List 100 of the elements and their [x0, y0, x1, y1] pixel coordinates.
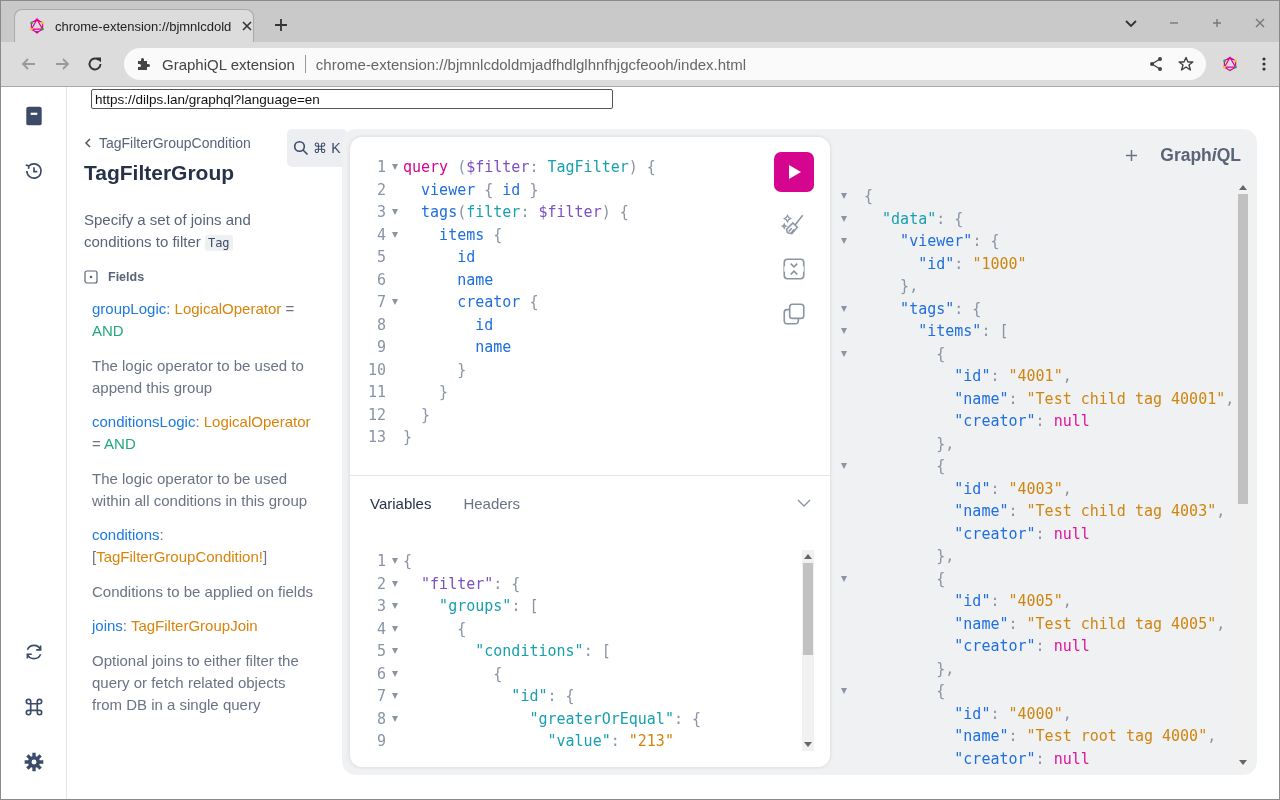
- code-line: "name": "Test root tag 4000",: [953, 726, 1217, 747]
- editor-tab[interactable]: Headers: [463, 494, 521, 512]
- section-heading: Fields: [108, 270, 145, 284]
- code-line: id: [456, 247, 476, 268]
- code-line: }: [438, 382, 449, 403]
- fold-arrow-icon[interactable]: [391, 715, 398, 722]
- maximize-icon[interactable]: [1210, 16, 1224, 30]
- code-line: "groups": [: [438, 596, 539, 617]
- fold-arrow-icon[interactable]: [391, 648, 398, 655]
- close-icon[interactable]: [241, 20, 254, 32]
- line-number: 1: [375, 157, 386, 178]
- fold-arrow-icon[interactable]: [391, 693, 398, 700]
- address-bar[interactable]: GraphiQL extension chrome-extension://bjmnlcdoldmjadfhdlglhnfhjgcfeooh/index.html: [124, 48, 1206, 80]
- code-line: {: [403, 551, 413, 572]
- search-icon: [293, 140, 310, 156]
- field-signature[interactable]: groupLogic: LogicalOperator = AND: [92, 298, 320, 342]
- fold-arrow-icon[interactable]: [841, 193, 847, 200]
- field-signature[interactable]: conditionsLogic: LogicalOperator = AND: [92, 411, 320, 455]
- fold-arrow-icon[interactable]: [391, 299, 398, 306]
- field-signature[interactable]: conditions: [TagFilterGroupCondition!]: [92, 524, 320, 568]
- code-line: "tags": {: [899, 298, 982, 320]
- code-line: {: [492, 663, 503, 685]
- add-tab-icon[interactable]: [1125, 148, 1139, 162]
- fold-arrow-icon[interactable]: [391, 164, 398, 171]
- line-number: 5: [375, 641, 386, 662]
- code-line: "name": "Test child tag 4003",: [953, 501, 1226, 522]
- graphql-logo-icon: [29, 18, 45, 34]
- code-line: "greaterOrEqual": {: [528, 708, 702, 730]
- fold-arrow-icon[interactable]: [391, 603, 398, 610]
- code-line: {: [935, 343, 946, 365]
- code-line: "data": {: [881, 208, 964, 230]
- star-icon[interactable]: [1178, 56, 1194, 72]
- code-line: "id": "4005",: [953, 591, 1072, 612]
- line-number: 9: [375, 731, 386, 752]
- search-button[interactable]: ⌘ K: [287, 129, 347, 167]
- code-line: {: [935, 456, 946, 477]
- reload-icon[interactable]: [86, 55, 104, 73]
- endpoint-input[interactable]: https://dilps.lan/graphql?language=en: [91, 89, 613, 109]
- line-number: 8: [375, 708, 386, 730]
- fold-arrow-icon[interactable]: [841, 215, 847, 222]
- code-line: "name": "Test child tag 40001",: [953, 388, 1235, 410]
- code-line: "items": [: [917, 321, 1009, 342]
- code-line: "id": "1000": [917, 253, 1027, 275]
- line-number: 2: [375, 573, 386, 595]
- fold-arrow-icon[interactable]: [841, 328, 847, 335]
- line-number: 4: [375, 618, 386, 640]
- command-key-icon[interactable]: [22, 696, 45, 718]
- graphql-logo-icon[interactable]: [1222, 56, 1238, 72]
- field-signature[interactable]: joins: TagFilterGroupJoin: [92, 615, 320, 637]
- line-number: 2: [375, 179, 386, 201]
- line-number: 3: [375, 202, 386, 223]
- code-line: {: [935, 568, 946, 590]
- code-line: query ($filter: TagFilter) {: [403, 157, 656, 178]
- code-line: },: [935, 658, 955, 680]
- code-line: "creator": null: [953, 523, 1090, 545]
- fold-arrow-icon[interactable]: [391, 670, 398, 677]
- code-line: "conditions": [: [474, 641, 611, 662]
- fold-arrow-icon[interactable]: [841, 238, 847, 245]
- code-line: {: [456, 618, 467, 640]
- code-line: },: [899, 276, 919, 297]
- fold-arrow-icon[interactable]: [841, 350, 847, 357]
- puzzle-icon: [136, 56, 152, 72]
- fold-arrow-icon[interactable]: [391, 209, 398, 216]
- fields-icon: [84, 270, 98, 284]
- field-description: The logic operator to be used to append this group: [92, 356, 305, 398]
- code-line: }: [403, 427, 413, 448]
- code-line: {: [935, 681, 946, 702]
- line-number: 6: [375, 663, 386, 685]
- settings-icon[interactable]: [22, 751, 45, 773]
- fold-arrow-icon[interactable]: [391, 231, 398, 238]
- editor-tab[interactable]: Variables: [370, 494, 432, 512]
- tab-title: chrome-extension://bjmnlcdold: [55, 18, 232, 34]
- back-link[interactable]: TagFilterGroupCondition: [84, 135, 251, 151]
- line-number: 5: [375, 247, 386, 268]
- new-tab-icon[interactable]: [274, 18, 288, 32]
- merge-icon[interactable]: [781, 256, 807, 282]
- fold-arrow-icon[interactable]: [841, 463, 847, 470]
- line-number: 9: [375, 337, 386, 358]
- scrollbar[interactable]: [802, 550, 814, 751]
- line-number: 4: [375, 224, 386, 246]
- fold-arrow-icon[interactable]: [391, 558, 398, 565]
- fold-arrow-icon[interactable]: [841, 305, 847, 312]
- line-number: 1: [375, 551, 386, 572]
- fold-arrow-icon[interactable]: [391, 625, 398, 632]
- line-number: 12: [366, 404, 386, 426]
- copy-icon[interactable]: [781, 301, 807, 327]
- line-number: 13: [366, 427, 386, 448]
- code-line: }: [456, 359, 467, 381]
- code-line: name: [474, 337, 512, 358]
- code-line: "value": "213": [546, 731, 674, 752]
- fold-arrow-icon[interactable]: [841, 688, 847, 695]
- code-line: "creator": null: [953, 748, 1090, 770]
- graphiql-logo: GraphiQL: [1160, 144, 1241, 166]
- run-button[interactable]: [774, 152, 814, 192]
- fold-arrow-icon[interactable]: [391, 580, 398, 587]
- code-line: "filter": {: [420, 573, 521, 595]
- share-icon[interactable]: [1148, 56, 1164, 72]
- browser-tab[interactable]: chrome-extension://bjmnlcdold: [14, 9, 254, 42]
- fold-arrow-icon[interactable]: [841, 575, 847, 582]
- code-line: "creator": null: [953, 636, 1090, 657]
